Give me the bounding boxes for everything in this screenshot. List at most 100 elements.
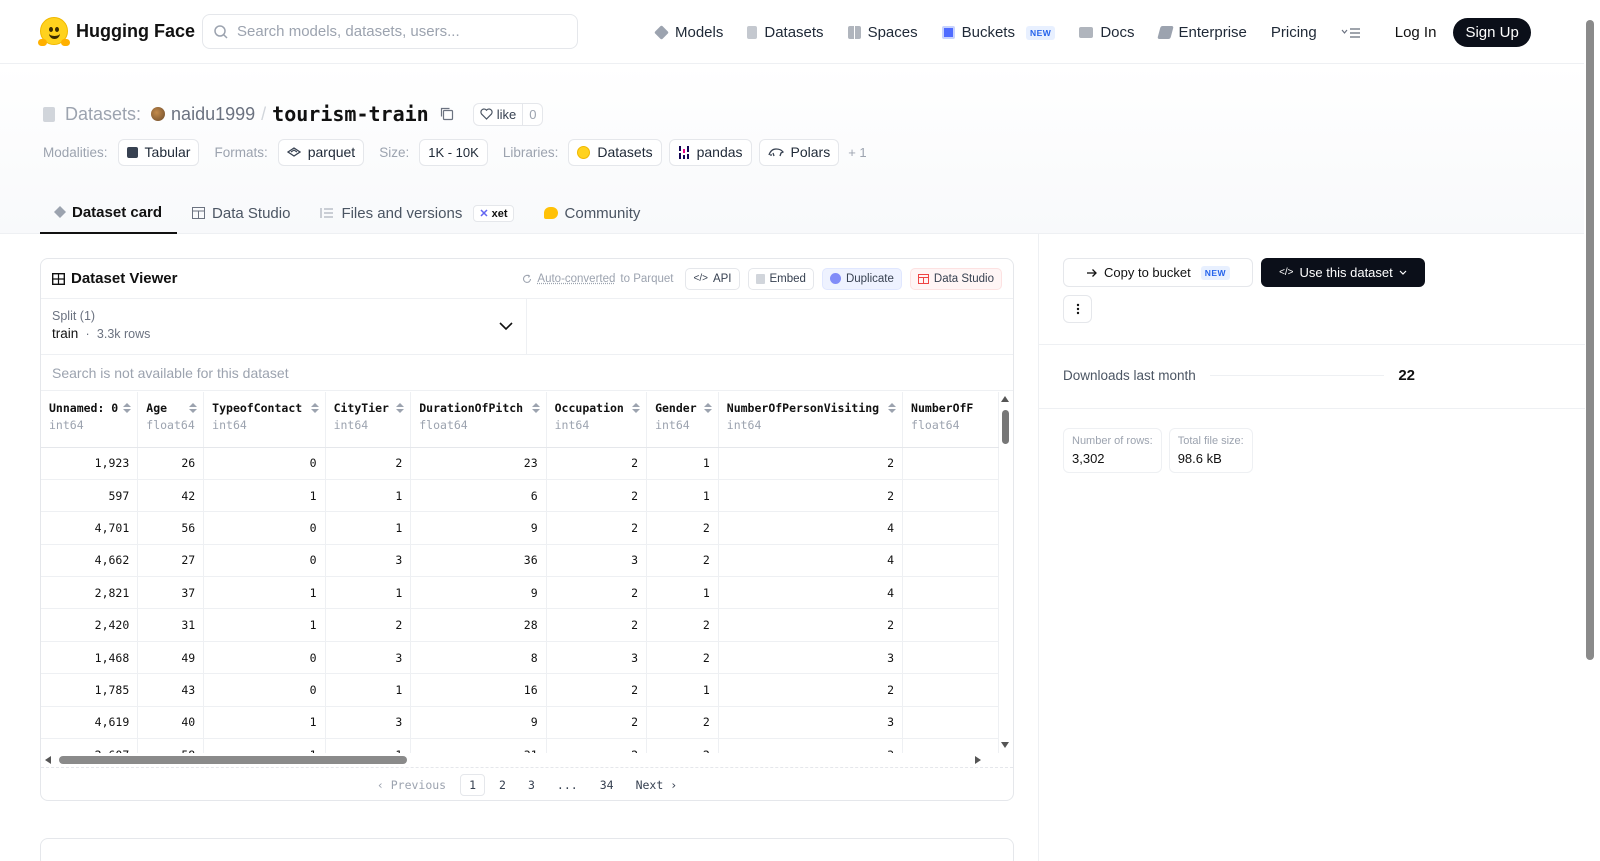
pagination-page[interactable]: 3 (520, 775, 543, 795)
table-cell: 1 (646, 447, 719, 480)
owner-avatar[interactable] (151, 107, 166, 121)
column-dtype: int64 (212, 418, 247, 432)
data-studio-button[interactable]: Data Studio (909, 267, 1002, 290)
nav-spaces[interactable]: Spaces (847, 19, 918, 47)
data-studio-button-label: Data Studio (933, 272, 994, 285)
format-chip-parquet[interactable]: parquet (277, 138, 365, 166)
sort-icon[interactable] (632, 402, 641, 414)
library-chip-label: Datasets (597, 144, 653, 160)
global-search[interactable] (202, 14, 578, 49)
column-name: CityTier (333, 401, 389, 415)
more-libraries-link[interactable]: + 1 (848, 145, 866, 160)
table-row: 2,821 37 1 1 9 2 1 4 (41, 576, 999, 610)
search-input[interactable] (237, 23, 557, 40)
downloads-value: 22 (1398, 367, 1415, 384)
tab-dataset-card[interactable]: Dataset card (40, 192, 178, 234)
table-cell: 2 (646, 608, 719, 642)
vertical-scrollbar[interactable] (1001, 396, 1009, 748)
tab-data-studio[interactable]: Data Studio (177, 192, 305, 234)
api-button[interactable]: </> API (685, 267, 740, 290)
table-cell: 40 (137, 706, 205, 740)
pagination-page[interactable]: 1 (460, 773, 486, 796)
nav-buckets[interactable]: Buckets NEW (941, 19, 1056, 47)
nav-docs[interactable]: Docs (1079, 19, 1135, 47)
table-cell (902, 447, 999, 480)
search-unavailable-note: Search is not available for this dataset (41, 355, 1013, 391)
repo-owner-link[interactable]: naidu1999 (171, 104, 255, 125)
column-header[interactable]: Occupation int64 (546, 392, 648, 448)
vertical-scroll-thumb[interactable] (1002, 410, 1009, 444)
divider (1039, 408, 1585, 409)
library-chip-datasets[interactable]: Datasets (568, 138, 662, 166)
column-name: Occupation (554, 401, 624, 415)
table-cell: 1 (646, 576, 719, 610)
column-header[interactable]: Gender int64 (646, 392, 719, 448)
table-cell: 1 (325, 576, 412, 610)
copy-icon[interactable] (439, 106, 455, 122)
modality-chip-tabular[interactable]: Tabular (117, 138, 200, 166)
column-header[interactable]: NumberOfF float64 (902, 392, 999, 448)
signup-button[interactable]: Sign Up (1453, 18, 1531, 47)
column-header[interactable]: DurationOfPitch float64 (410, 392, 547, 448)
sort-icon[interactable] (396, 402, 405, 414)
like-count: 0 (522, 103, 542, 125)
nav-docs-label: Docs (1100, 24, 1135, 41)
brand-logo[interactable]: Hugging Face (38, 17, 195, 46)
sort-icon[interactable] (310, 402, 319, 414)
copy-to-bucket-button[interactable]: Copy to bucket NEW (1063, 258, 1254, 287)
pagination-page[interactable]: 2 (491, 775, 514, 795)
nav-pricing[interactable]: Pricing (1271, 19, 1317, 47)
table-cell: 2 (546, 447, 648, 480)
like-button[interactable]: like 0 (472, 102, 544, 126)
library-chip-polars[interactable]: Polars (758, 138, 840, 166)
horizontal-scroll-thumb[interactable] (59, 756, 407, 764)
horizontal-scrollbar[interactable] (45, 753, 995, 767)
login-link[interactable]: Log In (1395, 24, 1437, 41)
pagination-next[interactable]: Next › (628, 775, 686, 795)
dataset-card-panel (40, 838, 1014, 861)
sort-icon[interactable] (531, 402, 540, 414)
repo-name-link[interactable]: tourism-train (272, 102, 429, 126)
sort-icon[interactable] (123, 402, 132, 414)
use-this-dataset-button[interactable]: </> Use this dataset (1261, 258, 1425, 287)
table-cell: 3 (718, 706, 904, 740)
copy-to-bucket-label: Copy to bucket (1104, 265, 1191, 280)
embed-button[interactable]: Embed (747, 267, 814, 290)
pagination-previous[interactable]: ‹ Previous (369, 775, 454, 795)
tab-files-and-versions[interactable]: Files and versions ✕ xet (305, 192, 528, 234)
more-options-button[interactable] (1063, 295, 1092, 323)
column-header[interactable]: Age float64 (137, 392, 205, 448)
table-cell: 2 (546, 479, 648, 513)
auto-converted-link[interactable]: Auto-converted (537, 273, 615, 285)
search-icon (214, 24, 228, 39)
nav-datasets[interactable]: Datasets (747, 19, 824, 47)
duplicate-button[interactable]: Duplicate (821, 267, 902, 290)
xet-badge-label: xet (491, 207, 508, 220)
page-scrollbar[interactable] (1586, 20, 1594, 660)
pagination-page[interactable]: 34 (592, 775, 622, 795)
column-header[interactable]: Unnamed: 0 int64 (41, 392, 139, 448)
rows-stat: Number of rows: 3,302 (1063, 428, 1162, 473)
size-chip[interactable]: 1K - 10K (419, 138, 488, 166)
data-table: Unnamed: 0 int64 Age float64 TypeofContact in… (41, 392, 999, 753)
more-menu-icon[interactable] (1341, 25, 1363, 41)
repo-type-label[interactable]: Datasets: (65, 104, 141, 125)
column-header[interactable]: NumberOfPersonVisiting int64 (718, 392, 904, 448)
nav-models[interactable]: Models (654, 19, 723, 47)
table-cell: 1 (325, 673, 412, 707)
table-cell (902, 576, 999, 610)
table-cell: 16 (410, 673, 547, 707)
nav-enterprise[interactable]: Enterprise (1156, 19, 1247, 47)
column-header[interactable]: TypeofContact int64 (203, 392, 326, 448)
sort-icon[interactable] (189, 402, 198, 414)
library-chip-pandas[interactable]: pandas (668, 138, 752, 166)
split-selector[interactable]: Split (1) train · 3.3k rows (41, 299, 527, 354)
column-header[interactable]: CityTier int64 (325, 392, 412, 448)
sort-icon[interactable] (888, 402, 897, 414)
table-cell (902, 738, 999, 753)
table-row: 1,923 26 0 2 23 2 1 2 (41, 447, 999, 480)
table-row: 4,701 56 0 1 9 2 2 4 (41, 511, 999, 545)
sort-icon[interactable] (703, 402, 712, 414)
tab-community[interactable]: Community (529, 192, 656, 234)
embed-button-label: Embed (769, 272, 806, 285)
